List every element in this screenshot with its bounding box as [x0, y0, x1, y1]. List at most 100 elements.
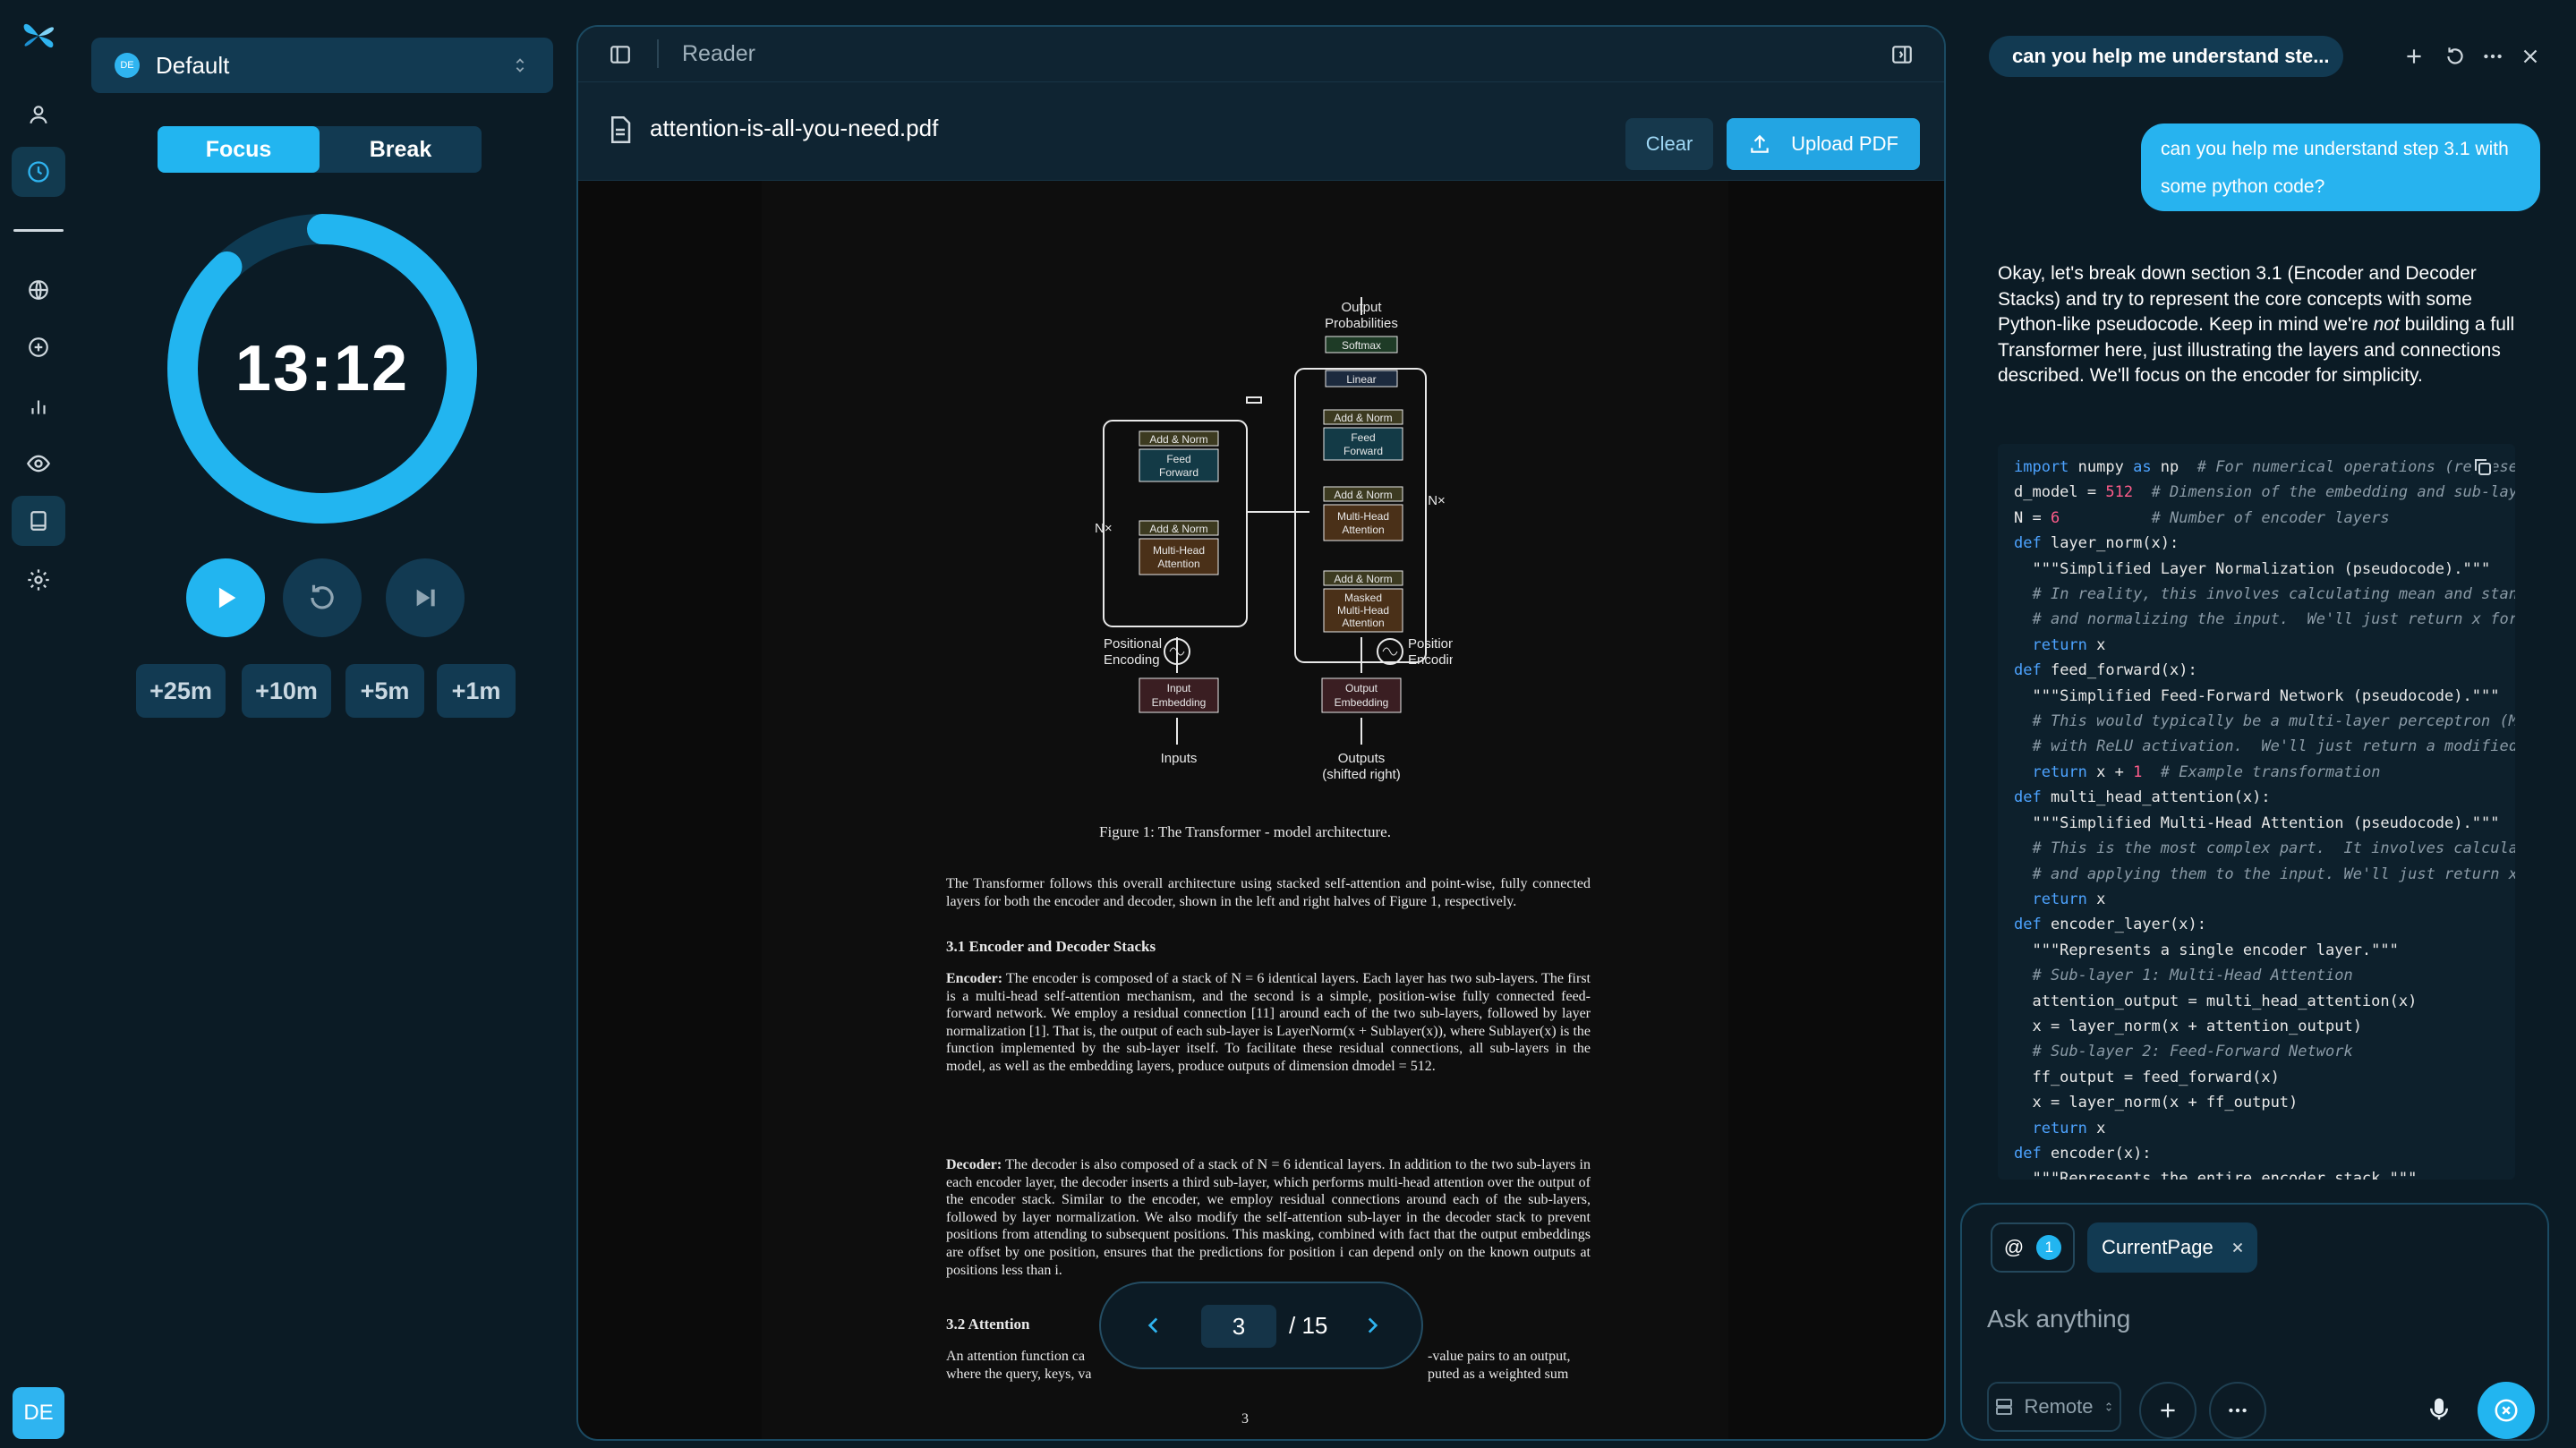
add-10m-button[interactable]: +10m — [242, 664, 331, 718]
add-attachment-button[interactable] — [2139, 1382, 2196, 1439]
svg-text:Embedding: Embedding — [1335, 696, 1389, 709]
timer-panel: DE Default Focus Break 13:12 +25m +10m +… — [90, 0, 564, 1448]
svg-text:Positional: Positional — [1408, 636, 1453, 652]
chevron-right-icon[interactable] — [1361, 1314, 1384, 1337]
close-icon[interactable] — [2230, 1239, 2246, 1256]
svg-text:Encoding: Encoding — [1408, 652, 1453, 668]
code-line: def encoder(x): — [2014, 1144, 2152, 1163]
reader-title: Reader — [682, 41, 755, 66]
user-icon[interactable] — [12, 89, 65, 140]
code-line: # In reality, this involves calculating … — [2032, 585, 2515, 604]
add-25m-button[interactable]: +25m — [136, 664, 226, 718]
svg-text:Add & Norm: Add & Norm — [1334, 573, 1392, 585]
page-footer-number: 3 — [1241, 1411, 1249, 1427]
logo-icon[interactable] — [12, 11, 65, 61]
pdf-page: Output Probabilities Softmax Linear Add … — [762, 181, 1728, 1439]
plus-icon[interactable] — [2402, 45, 2426, 68]
send-button[interactable] — [2478, 1382, 2535, 1439]
code-line: return x — [2032, 635, 2106, 654]
chevron-updown-icon — [510, 55, 530, 75]
chat-composer: @ 1 CurrentPage Ask anything Remote — [1960, 1203, 2549, 1441]
profile-name: Default — [156, 51, 230, 79]
page-total: / 15 — [1289, 1312, 1328, 1339]
document-viewer[interactable]: Output Probabilities Softmax Linear Add … — [578, 181, 1944, 1439]
mode-focus-button[interactable]: Focus — [158, 126, 320, 173]
context-count: 1 — [2036, 1235, 2062, 1260]
mode-toggle: Focus Break — [158, 126, 482, 173]
gear-icon[interactable] — [12, 555, 65, 605]
more-icon[interactable] — [2481, 45, 2504, 68]
panel-right-icon[interactable] — [1890, 43, 1914, 66]
plus-circle-icon[interactable] — [12, 322, 65, 372]
book-icon[interactable] — [12, 496, 65, 546]
add-1m-button[interactable]: +1m — [437, 664, 516, 718]
chat-tab[interactable]: can you help me understand ste... — [1989, 36, 2343, 77]
globe-icon[interactable] — [12, 265, 65, 315]
svg-text:N×: N× — [1095, 521, 1113, 536]
header-divider — [657, 39, 659, 68]
mention-chip[interactable]: @ 1 — [1991, 1222, 2075, 1273]
code-line: """Simplified Layer Normalization (pseud… — [2014, 559, 2491, 578]
file-bar: attention-is-all-you-need.pdf Clear Uplo… — [578, 82, 1944, 181]
code-line: import numpy as np # For numerical opera… — [2014, 458, 2515, 476]
context-chip[interactable]: CurrentPage — [2087, 1222, 2257, 1273]
code-line: def layer_norm(x): — [2014, 534, 2179, 553]
intro-paragraph: The Transformer follows this overall arc… — [946, 876, 1591, 909]
clock-icon[interactable] — [12, 147, 65, 197]
more-options-button[interactable] — [2209, 1382, 2266, 1439]
reader-panel: Reader attention-is-all-you-need.pdf Cle… — [576, 25, 1946, 1441]
remote-select[interactable]: Remote — [1987, 1382, 2121, 1432]
code-line: return x + 1 # Example transformation — [2032, 762, 2381, 781]
add-5m-button[interactable]: +5m — [345, 664, 424, 718]
reset-button[interactable] — [283, 558, 362, 637]
profile-badge: DE — [115, 53, 140, 78]
close-icon[interactable] — [2519, 45, 2542, 68]
svg-text:Input: Input — [1167, 682, 1191, 694]
left-rail: DE — [0, 0, 77, 1448]
reader-header: Reader — [578, 27, 1944, 82]
svg-text:Forward: Forward — [1343, 445, 1383, 457]
attention-text-right: -value pairs to an output, puted as a wei… — [1428, 1349, 1571, 1382]
svg-text:Multi-Head: Multi-Head — [1337, 604, 1389, 617]
code-line: """Represents the entire encoder stack."… — [2014, 1170, 2418, 1180]
svg-text:(shifted right): (shifted right) — [1322, 767, 1401, 782]
svg-text:Inputs: Inputs — [1161, 751, 1198, 766]
play-button[interactable] — [186, 558, 265, 637]
more-icon — [2226, 1399, 2249, 1422]
profile-select[interactable]: DE Default — [91, 38, 553, 93]
upload-pdf-button[interactable]: Upload PDF — [1727, 118, 1920, 170]
page-navigator: 3 / 15 — [1099, 1282, 1423, 1369]
code-line: # This is the most complex part. It invo… — [2032, 839, 2515, 858]
play-icon — [210, 583, 241, 613]
code-line: def multi_head_attention(x): — [2014, 788, 2271, 807]
code-line: attention_output = multi_head_attention(… — [2014, 992, 2418, 1010]
skip-icon — [411, 583, 439, 612]
transformer-figure: Output Probabilities Softmax Linear Add … — [1095, 297, 1453, 782]
chat-input[interactable]: Ask anything — [1987, 1305, 2130, 1333]
page-number-input[interactable]: 3 — [1201, 1305, 1276, 1348]
code-line: """Represents a single encoder layer.""" — [2014, 941, 2399, 959]
user-avatar[interactable]: DE — [13, 1387, 64, 1439]
code-line: # with ReLU activation. We'll just retur… — [2032, 737, 2515, 756]
mode-break-button[interactable]: Break — [320, 126, 482, 173]
user-message: can you help me understand step 3.1 with… — [2141, 124, 2540, 211]
svg-text:Masked: Masked — [1344, 592, 1382, 604]
attention-text-left: An attention function ca where the query,… — [946, 1349, 1092, 1382]
context-chip-label: CurrentPage — [2102, 1236, 2213, 1258]
chevron-left-icon[interactable] — [1142, 1314, 1165, 1337]
code-block: import numpy as np # For numerical opera… — [1998, 444, 2515, 1180]
skip-button[interactable] — [386, 558, 465, 637]
clear-button[interactable]: Clear — [1625, 118, 1713, 170]
plus-icon — [2156, 1399, 2179, 1422]
svg-text:Attention: Attention — [1157, 558, 1199, 570]
bar-chart-icon[interactable] — [12, 381, 65, 431]
eye-icon[interactable] — [12, 439, 65, 489]
sidebar-toggle-icon[interactable] — [609, 43, 632, 66]
code-line: # and applying them to the input. We'll … — [2032, 865, 2515, 883]
svg-text:Forward: Forward — [1159, 466, 1198, 479]
timer-display: 13:12 — [235, 333, 410, 405]
copy-icon[interactable] — [2472, 456, 2494, 478]
microphone-icon[interactable] — [2426, 1396, 2452, 1423]
encoder-paragraph: Encoder: The encoder is composed of a st… — [946, 970, 1591, 1076]
history-icon[interactable] — [2444, 45, 2467, 68]
